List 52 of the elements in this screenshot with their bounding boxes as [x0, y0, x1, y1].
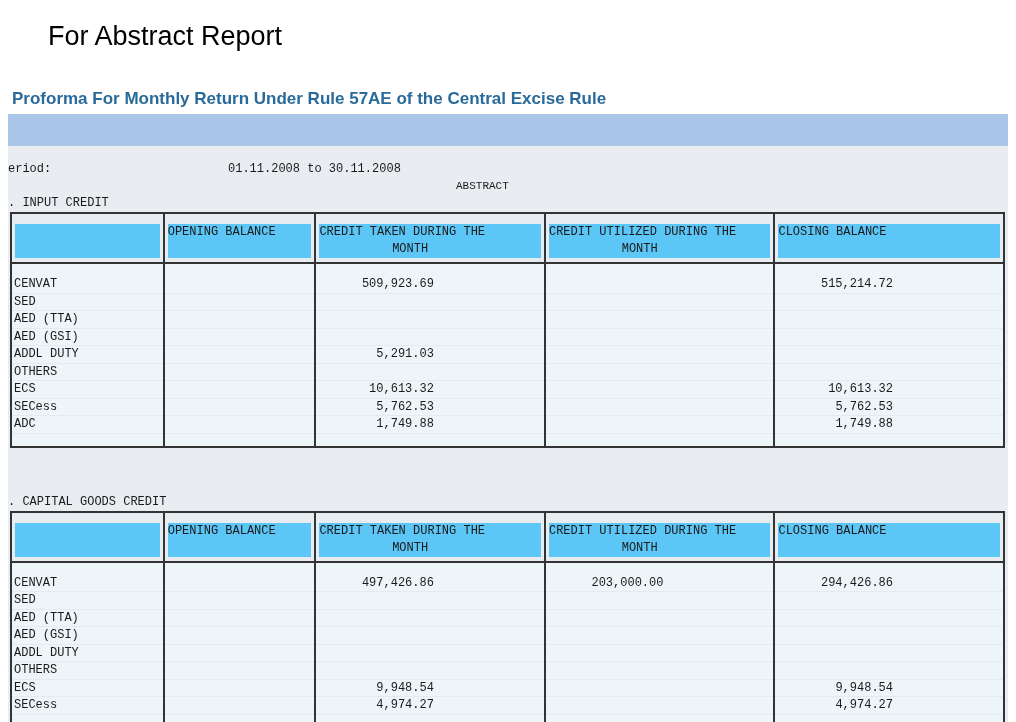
- column-header: CLOSING BALANCE: [778, 225, 887, 239]
- row-label: OTHERS: [14, 364, 58, 379]
- row-label: ADDL DUTY: [14, 347, 79, 361]
- row-label: AED (GSI): [14, 329, 79, 344]
- column-header: MONTH: [392, 242, 429, 256]
- amount-cell: 9,948.54: [376, 680, 434, 695]
- column-header: CREDIT UTILIZED DURING THE: [548, 225, 737, 239]
- row-label: SED: [14, 593, 36, 607]
- column-header: CLOSING BALANCE: [778, 523, 887, 538]
- amount-cell: 294,426.86: [820, 575, 893, 590]
- row-label: ADDL DUTY: [14, 645, 79, 660]
- column-header: OPENING BALANCE: [167, 225, 276, 239]
- amount-cell: 5,762.53: [376, 399, 434, 414]
- abstract-heading: ABSTRACT: [456, 179, 509, 194]
- row-label: AED (TTA): [14, 610, 79, 625]
- column-header: CREDIT TAKEN DURING THE: [319, 523, 486, 538]
- amount-cell: 9,948.54: [835, 680, 893, 695]
- column-header: MONTH: [621, 242, 658, 256]
- row-label: ECS: [14, 680, 36, 695]
- report-title: Proforma For Monthly Return Under Rule 57AE of the Central Excise Rule: [12, 89, 607, 108]
- period-value: 01.11.2008 to 30.11.2008: [228, 161, 401, 178]
- section-heading: . CAPITAL GOODS CREDIT: [8, 494, 167, 509]
- column-header: CREDIT TAKEN DURING THE: [319, 225, 486, 239]
- amount-cell: 203,000.00: [591, 575, 664, 590]
- slide-title: For Abstract Report: [48, 21, 283, 51]
- amount-cell: 1,749.88: [835, 417, 893, 431]
- amount-cell: 5,291.03: [376, 347, 434, 361]
- amount-cell: 4,974.27: [835, 698, 893, 712]
- amount-cell: 5,762.53: [835, 399, 893, 414]
- row-label: ADC: [14, 417, 36, 431]
- amount-cell: 509,923.69: [361, 277, 434, 291]
- row-label: SECess: [14, 399, 58, 414]
- amount-cell: 4,974.27: [376, 698, 434, 712]
- amount-cell: 515,214.72: [820, 277, 893, 291]
- amount-cell: 10,613.32: [828, 382, 893, 396]
- amount-cell: 497,426.86: [361, 575, 434, 590]
- row-label: ECS: [14, 382, 36, 396]
- section-heading: . INPUT CREDIT: [8, 196, 109, 210]
- row-label: AED (GSI): [14, 628, 79, 642]
- row-label: SED: [14, 294, 36, 309]
- row-label: AED (TTA): [14, 312, 79, 326]
- column-header: OPENING BALANCE: [167, 523, 276, 538]
- period-label: eriod:: [8, 161, 53, 178]
- row-label: OTHERS: [14, 663, 58, 677]
- column-header: MONTH: [392, 540, 429, 555]
- row-label: CENVAT: [14, 277, 58, 291]
- amount-cell: 1,749.88: [376, 417, 434, 431]
- column-header: CREDIT UTILIZED DURING THE: [548, 523, 737, 538]
- row-label: CENVAT: [14, 575, 58, 590]
- column-header: MONTH: [621, 540, 658, 555]
- row-label: SECess: [14, 698, 58, 712]
- amount-cell: 10,613.32: [369, 382, 434, 396]
